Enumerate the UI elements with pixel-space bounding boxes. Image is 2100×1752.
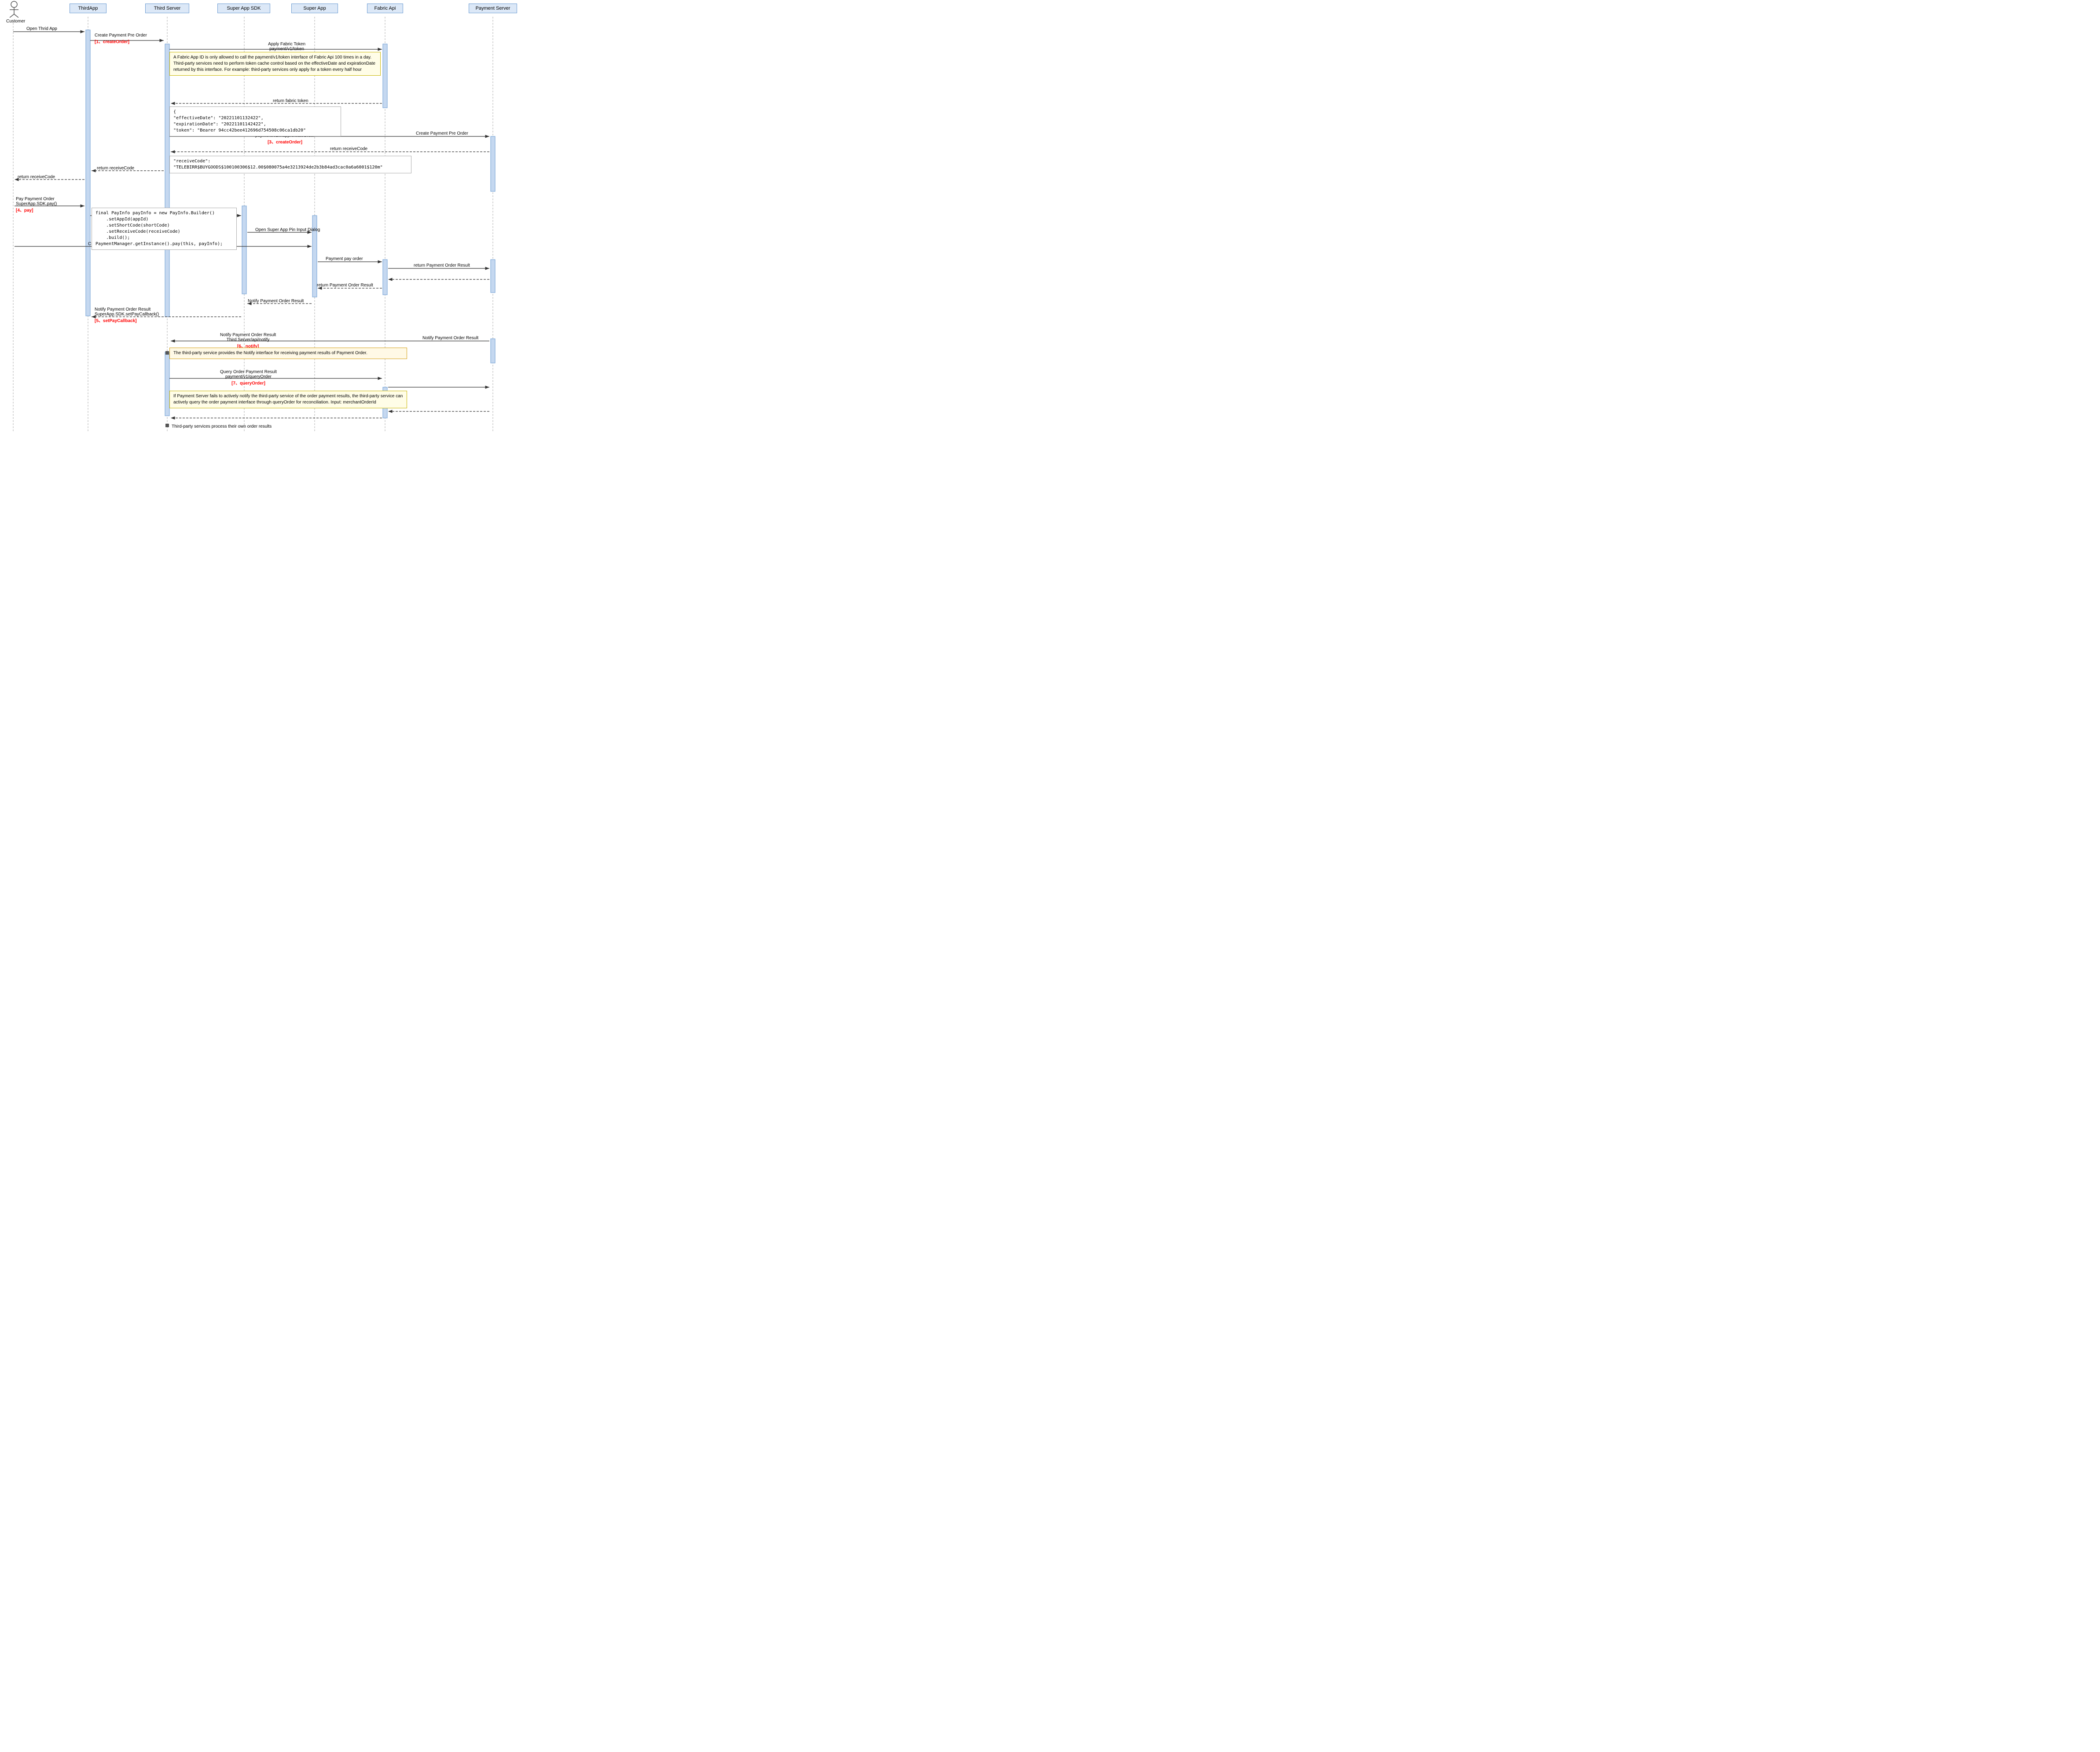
actor-superapp: Super App [291, 4, 338, 13]
label-return-receive-code-1: return receiveCode [330, 147, 367, 151]
note-fabric-app-id: A Fabric App ID is only allowed to call … [169, 52, 381, 76]
actor-customer: Customer [6, 1, 22, 24]
actor-paymentserver: Payment Server [469, 4, 517, 13]
label-notify-2: Notify Payment Order Result SuperApp.SDK… [95, 307, 159, 323]
label-create-pre-order: Create Payment Pre Order [1、createOrder] [95, 33, 147, 44]
label-return-receive-code-2: return receiveCode [97, 166, 134, 171]
actor-thirdapp: ThirdApp [70, 4, 106, 13]
label-return-fabric-token: return fabric token [273, 99, 308, 103]
label-return-receive-code-3: return receiveCode [18, 175, 55, 180]
label-payment-pay-order: Payment pay order [326, 257, 363, 261]
note-receive-code: "receiveCode": "TELEBIRR$BUYGOODS$100100… [169, 156, 411, 173]
diagram-container: Customer ThirdApp Third Server Super App… [0, 0, 528, 440]
label-process-results-2: Third-party services process their own o… [172, 424, 272, 429]
label-notify-payment-server: Notify Payment Order Result [422, 336, 478, 341]
customer-figure-icon [7, 1, 21, 18]
label-notify-1: Notify Payment Order Result [248, 299, 304, 304]
note-token-response: { "effectiveDate": "20221101132422", "ex… [169, 106, 341, 136]
note-notify-interface: The third-party service provides the Not… [169, 348, 407, 359]
label-pay-payment-order: Pay Payment Order SuperApp.SDK.pay() [4、… [16, 197, 57, 213]
label-open-pin-dialog: Open Super App Pin Input Dialog [255, 227, 320, 232]
actor-fabricapi: Fabric Api [367, 4, 403, 13]
label-return-payment-result-1: return Payment Order Result [414, 263, 470, 268]
label-query-order: Query Order Payment Result payment/v1/qu… [220, 370, 277, 386]
label-return-payment-result-2: return Payment Order Result [317, 283, 373, 288]
label-open-thrid-app: Open Thrid App [26, 26, 57, 31]
actor-superappsdk: Super App SDK [217, 4, 270, 13]
note-payinfo-code: final PayInfo payInfo = new PayInfo.Buil… [92, 208, 237, 250]
actor-customer-label: Customer [6, 19, 22, 24]
label-payment-server-create: Create Payment Pre Order [416, 131, 468, 136]
actor-thirdserver: Third Server [145, 4, 189, 13]
note-query-order: If Payment Server fails to actively noti… [169, 391, 407, 408]
label-notify-3: Notify Payment Order Result Third Server… [220, 333, 276, 349]
